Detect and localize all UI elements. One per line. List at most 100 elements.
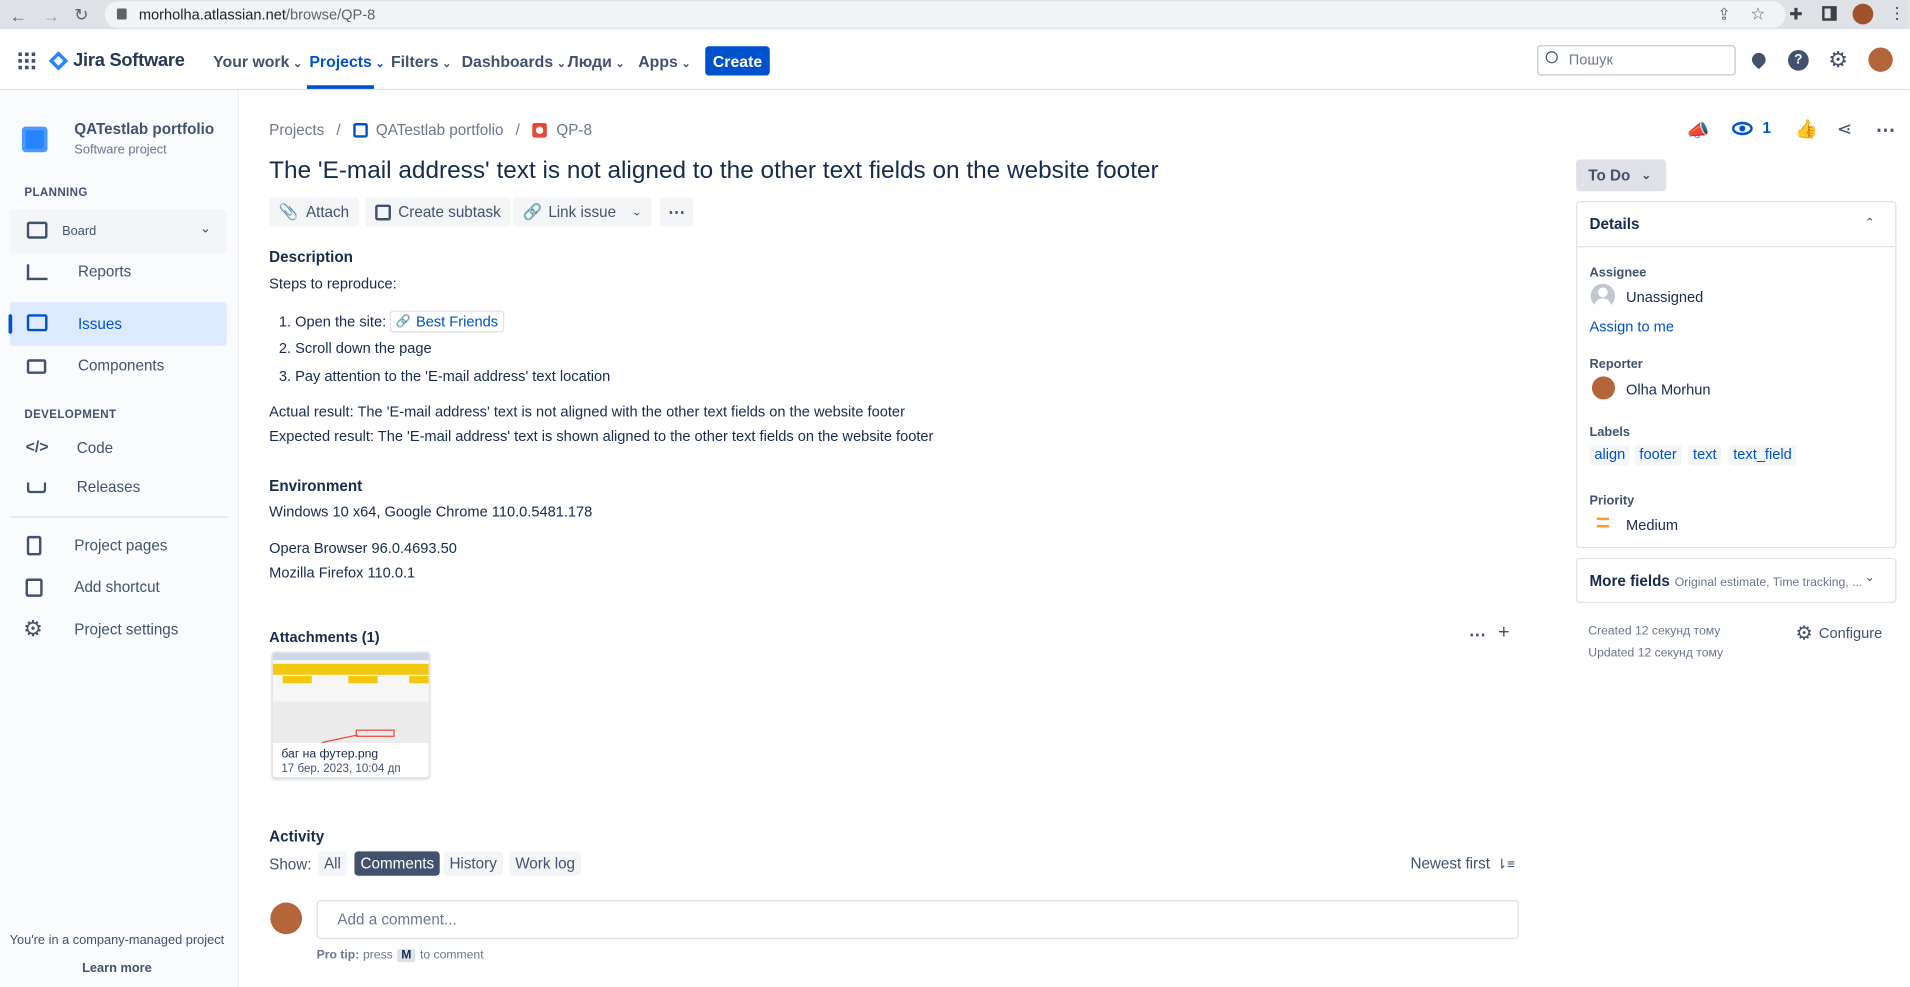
expected-result: Expected result: The 'E-mail address' te…	[269, 427, 934, 445]
user-avatar[interactable]	[1868, 47, 1893, 72]
attachments-more-icon[interactable]: ⋯	[1469, 625, 1486, 646]
tab-history[interactable]: History	[443, 851, 503, 876]
link-issue-dropdown[interactable]: ⌄	[622, 197, 652, 227]
tab-work-log[interactable]: Work log	[509, 851, 582, 876]
feedback-megaphone-icon[interactable]: 📣	[1687, 119, 1710, 142]
assign-to-me-link[interactable]: Assign to me	[1589, 318, 1673, 335]
pro-tip-press: press	[362, 948, 393, 963]
assignee-label: Assignee	[1589, 265, 1647, 281]
breadcrumb-projects[interactable]: Projects	[269, 122, 324, 139]
sidebar-item-reports[interactable]: Reports	[78, 263, 131, 280]
label-text[interactable]: text	[1688, 444, 1722, 466]
comment-input[interactable]: Add a comment...	[316, 900, 1519, 940]
details-header[interactable]: Details	[1589, 216, 1639, 233]
sidebar-item-components[interactable]: Components	[78, 357, 164, 374]
attachment-card[interactable]: баг на футер.png 17 бер. 2023, 10:04 дп	[271, 651, 430, 779]
nav-projects[interactable]: Projects ⌄	[309, 52, 384, 70]
forward-icon[interactable]: →	[43, 6, 60, 25]
browser-profile-avatar[interactable]	[1852, 3, 1874, 25]
vote-thumbs-up-icon[interactable]: 👍	[1795, 118, 1818, 140]
attachment-thumbnail	[272, 652, 429, 744]
nav-your-work[interactable]: Your work ⌄	[213, 52, 302, 70]
subtask-icon	[375, 204, 391, 220]
activity-heading: Activity	[269, 828, 325, 846]
sidebar-item-code[interactable]: Code	[77, 440, 113, 457]
tab-comments[interactable]: Comments	[354, 851, 441, 876]
pro-tip-rest: to comment	[419, 948, 484, 963]
jira-logo[interactable]: Jira Software	[48, 49, 185, 71]
nav-people[interactable]: Люди ⌄	[568, 52, 625, 70]
best-friends-link[interactable]: 🔗 Best Friends	[389, 310, 505, 333]
share-icon[interactable]: ⋖	[1837, 118, 1852, 140]
label-text-field[interactable]: text_field	[1728, 444, 1797, 466]
configure-button[interactable]: ⚙ Configure	[1795, 621, 1882, 645]
reporter-value[interactable]: Olha Morhun	[1626, 381, 1710, 398]
status-dropdown[interactable]: To Do ⌄	[1576, 159, 1667, 192]
status-label: To Do	[1588, 166, 1631, 184]
url-text[interactable]: morholha.atlassian.net/browse/QP-8	[139, 6, 375, 23]
sidebar-item-issues-label: Issues	[77, 315, 122, 333]
more-issue-actions-button[interactable]: ⋯	[660, 197, 694, 227]
browser-menu-icon[interactable]: ⋮	[1889, 4, 1905, 23]
assignee-value[interactable]: Unassigned	[1626, 289, 1703, 306]
nav-people-label: Люди	[567, 52, 612, 71]
reload-icon[interactable]: ↻	[74, 5, 88, 26]
app-switcher-icon[interactable]	[18, 52, 36, 70]
chevron-down-icon[interactable]: ⌄	[200, 220, 211, 237]
nav-apps[interactable]: Apps ⌄	[638, 52, 690, 70]
add-attachment-icon[interactable]: +	[1498, 622, 1509, 644]
sort-newest-first[interactable]: Newest first ⇂≡	[1410, 855, 1515, 872]
settings-gear-icon[interactable]: ⚙	[1828, 48, 1848, 74]
releases-icon	[26, 482, 47, 494]
help-icon[interactable]: ?	[1788, 49, 1809, 71]
breadcrumb-separator: /	[515, 121, 520, 139]
create-button[interactable]: Create	[705, 46, 770, 76]
more-actions-icon[interactable]: ⋯	[1876, 118, 1897, 142]
share-page-icon[interactable]: ⇪	[1717, 5, 1730, 24]
issue-title[interactable]: The 'E-mail address' text is not aligned…	[269, 157, 1158, 185]
link-issue-button[interactable]: 🔗 Link issue	[512, 197, 626, 227]
side-panel-icon[interactable]	[1822, 6, 1837, 21]
created-timestamp: Created 12 секунд тому	[1588, 624, 1721, 639]
code-icon: </>	[25, 437, 49, 456]
tab-all[interactable]: All	[317, 851, 348, 876]
attach-button[interactable]: 📎 Attach	[269, 197, 359, 227]
breadcrumb: Projects / QATestlab portfolio / QP-8	[269, 122, 592, 139]
nav-projects-active-indicator	[306, 85, 374, 89]
chevron-down-icon: ⌄	[1641, 168, 1652, 183]
product-name: Jira Software	[73, 49, 185, 71]
sidebar-divider	[9, 516, 228, 518]
nav-filters[interactable]: Filters ⌄	[391, 52, 451, 70]
chevron-up-icon[interactable]: ⌃	[1865, 217, 1875, 230]
project-avatar[interactable]	[21, 126, 48, 153]
watch-button[interactable]: 1	[1731, 119, 1771, 136]
label-align[interactable]: align	[1589, 444, 1631, 466]
sidebar-item-project-settings[interactable]: Project settings	[74, 621, 178, 638]
back-icon[interactable]: ←	[10, 6, 27, 25]
priority-value[interactable]: Medium	[1626, 516, 1678, 533]
search-input[interactable]: Пошук	[1537, 45, 1736, 76]
chevron-down-icon[interactable]: ⌄	[1865, 571, 1875, 584]
unassigned-avatar-icon	[1590, 283, 1616, 309]
project-name[interactable]: QATestlab portfolio	[74, 121, 214, 138]
breadcrumb-issue-key[interactable]: QP-8	[556, 122, 592, 139]
paperclip-icon: 📎	[278, 202, 299, 221]
sort-icon: ⇂≡	[1496, 856, 1516, 872]
board-icon	[26, 221, 48, 239]
breadcrumb-project[interactable]: QATestlab portfolio	[376, 122, 504, 139]
configure-label: Configure	[1818, 624, 1883, 642]
sidebar-item-project-pages[interactable]: Project pages	[74, 537, 167, 554]
create-subtask-button[interactable]: Create subtask	[365, 197, 511, 227]
sidebar-item-releases[interactable]: Releases	[77, 479, 140, 496]
issues-icon	[26, 314, 48, 332]
label-footer[interactable]: footer	[1634, 444, 1682, 466]
chevron-down-icon: ⌄	[293, 57, 303, 70]
bookmark-star-icon[interactable]: ☆	[1750, 4, 1765, 25]
link-issue-label: Link issue	[548, 203, 617, 221]
nav-dashboards[interactable]: Dashboards ⌄	[462, 52, 566, 70]
extensions-icon[interactable]: ✚	[1789, 5, 1802, 24]
learn-more-link[interactable]: Learn more	[0, 961, 234, 976]
sidebar-item-add-shortcut[interactable]: Add shortcut	[74, 579, 159, 596]
step-2: 2. Scroll down the page	[278, 339, 432, 357]
nav-apps-label: Apps	[638, 52, 678, 71]
